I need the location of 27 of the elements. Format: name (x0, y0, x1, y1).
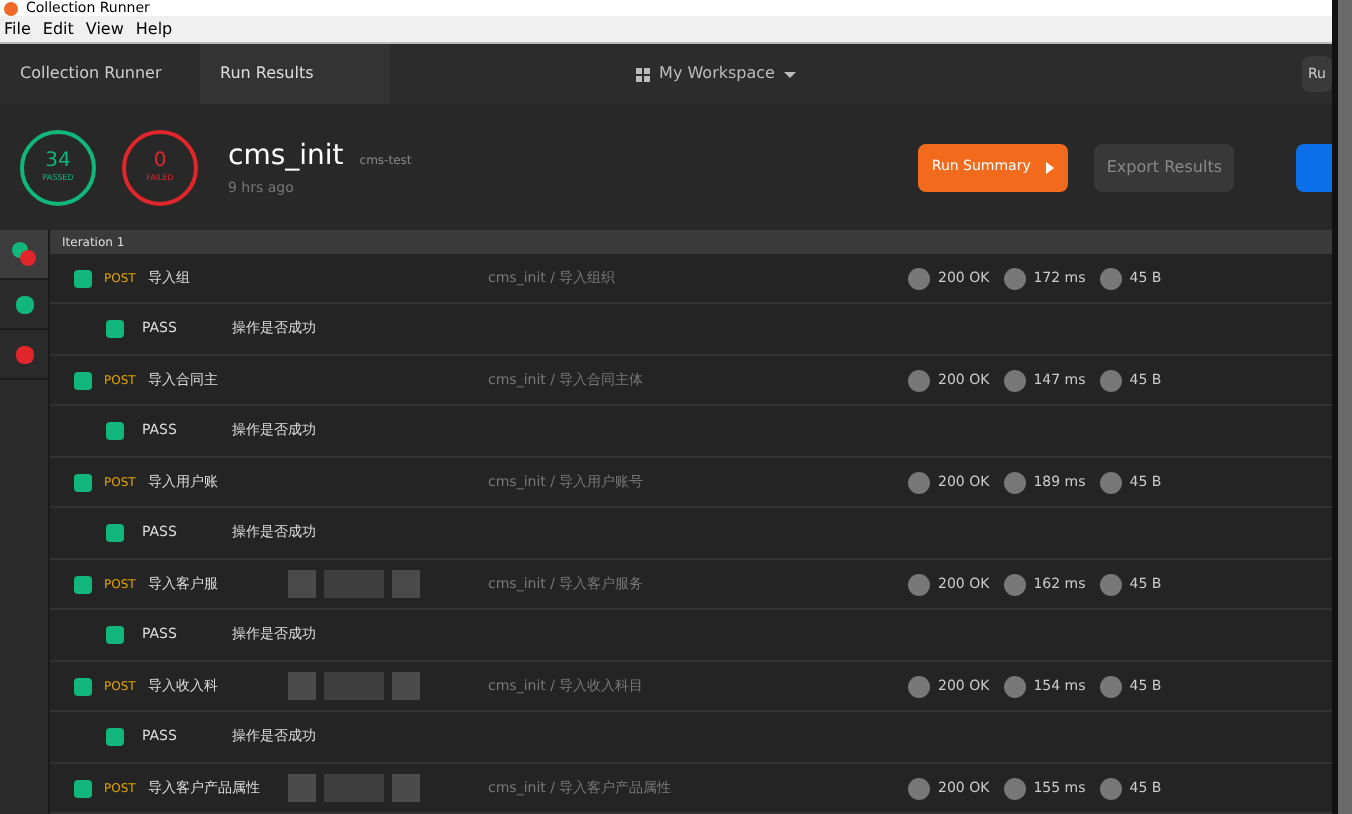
grid-icon (635, 67, 650, 81)
menu-item[interactable]: File (4, 17, 31, 41)
play-icon (1046, 161, 1055, 173)
menu-item[interactable]: Edit (42, 17, 74, 41)
passed-filter-icon (15, 295, 33, 313)
redacted-block (288, 774, 316, 802)
redacted-block (324, 774, 384, 802)
failed-count: 0 (153, 151, 167, 171)
redacted-block (288, 570, 316, 598)
app-icon (4, 2, 18, 16)
menu-item[interactable]: View (85, 17, 124, 41)
failed-filter-icon (15, 345, 33, 363)
breadcrumb-tab[interactable]: Run Results (200, 44, 390, 104)
all-results-icon (12, 242, 36, 266)
redacted-block (324, 672, 384, 700)
passed-count: 34 (45, 151, 71, 171)
collection-name: cms_init (228, 137, 344, 176)
caret-icon (784, 71, 797, 77)
redacted-block (288, 672, 316, 700)
workspace-dropdown[interactable]: My Workspace (635, 62, 797, 86)
redacted-block (392, 774, 420, 802)
filter-tab[interactable] (0, 230, 48, 280)
menu-item[interactable]: Help (135, 17, 173, 41)
redacted-block (392, 570, 420, 598)
action-button[interactable] (1296, 143, 1332, 191)
redacted-block (392, 672, 420, 700)
redacted-block (324, 570, 384, 598)
